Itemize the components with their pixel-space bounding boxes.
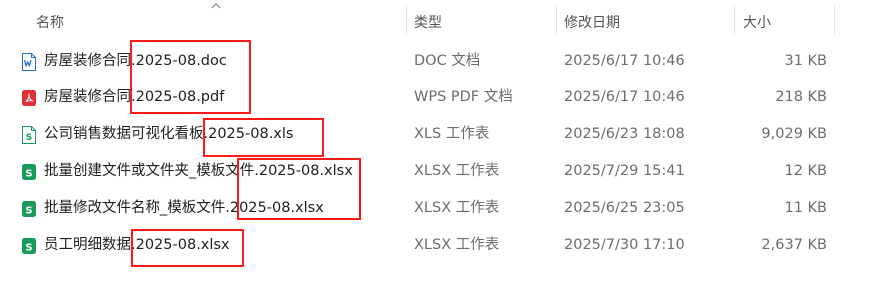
file-type: XLSX 工作表 [414, 163, 500, 179]
file-type: XLSX 工作表 [414, 237, 500, 253]
file-type: DOC 文档 [414, 53, 481, 69]
column-header-type-label: 类型 [414, 15, 442, 31]
file-name: 员工明细数据.2025-08.xlsx [44, 237, 230, 253]
file-row[interactable]: S 公司销售数据可视化看板.2025-08.xls XLS 工作表 2025/6… [0, 116, 895, 152]
file-row[interactable]: 房屋装修合同.2025-08.doc DOC 文档 2025/6/17 10:4… [0, 43, 895, 79]
column-header-type[interactable]: 类型 [407, 0, 557, 40]
file-size: 12 KB [784, 163, 827, 179]
column-divider[interactable] [834, 6, 835, 34]
spreadsheet-icon: S [22, 164, 36, 180]
column-header: 名称 类型 修改日期 大小 [0, 0, 895, 40]
column-header-size-label: 大小 [743, 15, 771, 31]
file-row[interactable]: 房屋装修合同.2025-08.pdf WPS PDF 文档 2025/6/17 … [0, 79, 895, 115]
file-type: XLSX 工作表 [414, 200, 500, 216]
file-name: 房屋装修合同.2025-08.pdf [44, 89, 225, 105]
file-row[interactable]: S 员工明细数据.2025-08.xlsx XLSX 工作表 2025/7/30… [0, 227, 895, 263]
file-row[interactable]: S 批量修改文件名称_模板文件.2025-08.xlsx XLSX 工作表 20… [0, 190, 895, 226]
pdf-icon [22, 90, 36, 106]
file-size: 218 KB [775, 89, 827, 105]
file-size: 31 KB [784, 53, 827, 69]
column-header-name[interactable]: 名称 [0, 0, 407, 40]
file-type: WPS PDF 文档 [414, 89, 513, 105]
spreadsheet-icon: S [22, 126, 36, 144]
file-modified: 2025/6/25 23:05 [564, 200, 685, 216]
file-modified: 2025/7/30 17:10 [564, 237, 685, 253]
file-name: 批量创建文件或文件夹_模板文件.2025-08.xlsx [44, 163, 353, 179]
column-header-size[interactable]: 大小 [735, 0, 835, 40]
column-header-modified-label: 修改日期 [564, 15, 620, 31]
file-modified: 2025/7/29 15:41 [564, 163, 685, 179]
svg-text:S: S [25, 206, 32, 217]
file-size: 2,637 KB [761, 237, 827, 253]
file-name: 批量修改文件名称_模板文件.2025-08.xlsx [44, 200, 324, 216]
svg-text:S: S [25, 243, 32, 254]
file-name: 房屋装修合同.2025-08.doc [44, 53, 227, 69]
file-name: 公司销售数据可视化看板.2025-08.xls [44, 126, 294, 142]
svg-text:S: S [25, 169, 32, 180]
word-doc-icon [22, 53, 36, 71]
column-header-name-label: 名称 [36, 15, 64, 31]
file-modified: 2025/6/17 10:46 [564, 53, 685, 69]
spreadsheet-icon: S [22, 238, 36, 254]
file-size: 9,029 KB [761, 126, 827, 142]
svg-text:S: S [26, 133, 32, 143]
file-modified: 2025/6/23 18:08 [564, 126, 685, 142]
spreadsheet-icon: S [22, 201, 36, 217]
file-row[interactable]: S 批量创建文件或文件夹_模板文件.2025-08.xlsx XLSX 工作表 … [0, 153, 895, 189]
file-type: XLS 工作表 [414, 126, 490, 142]
file-size: 11 KB [784, 200, 827, 216]
file-modified: 2025/6/17 10:46 [564, 89, 685, 105]
column-header-modified[interactable]: 修改日期 [557, 0, 735, 40]
